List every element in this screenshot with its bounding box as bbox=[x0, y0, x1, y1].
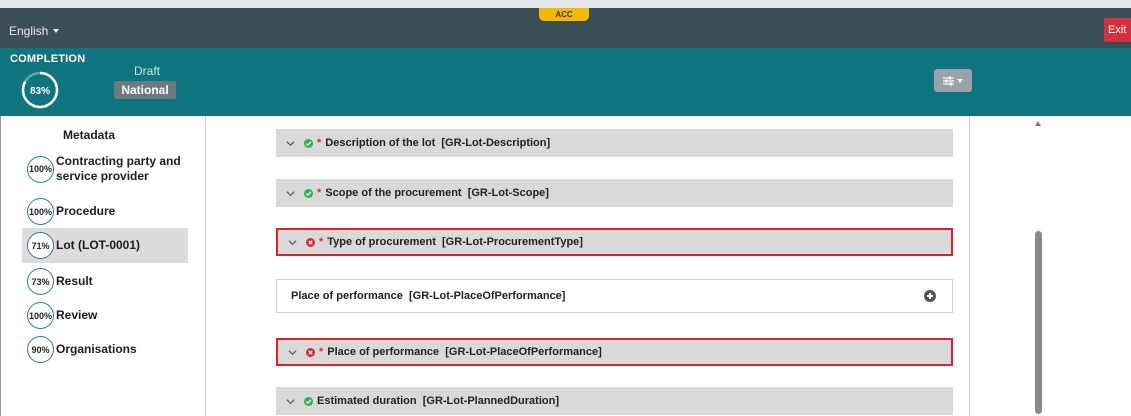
progress-ring: 73% bbox=[27, 268, 54, 295]
chevron-down-icon bbox=[53, 29, 60, 33]
progress-ring: 100% bbox=[27, 302, 54, 329]
language-label: English bbox=[9, 24, 49, 38]
progress-ring: 100% bbox=[27, 155, 54, 183]
chevron-down-icon bbox=[286, 398, 295, 404]
sidebar-item-label: Result bbox=[56, 274, 93, 288]
sidebar-item-lot[interactable]: 71% Lot (LOT-0001) bbox=[27, 232, 140, 259]
sidebar-item-metadata[interactable]: Metadata bbox=[61, 128, 115, 143]
exit-button[interactable]: Exit bbox=[1104, 18, 1131, 42]
progress-ring: 100% bbox=[27, 198, 54, 225]
sliders-icon bbox=[943, 76, 954, 85]
top-bar: English ACC Exit bbox=[0, 0, 1131, 48]
sidebar-item-organisations[interactable]: 90% Organisations bbox=[27, 336, 137, 363]
panel-type-of-procurement[interactable]: * Type of procurement [GR-Lot-Procuremen… bbox=[276, 228, 953, 256]
panel-title: Description of the lot [GR-Lot-Descripti… bbox=[325, 137, 551, 149]
chevron-down-icon bbox=[286, 190, 295, 196]
required-marker: * bbox=[317, 137, 322, 149]
panel-description-of-lot[interactable]: * Description of the lot [GR-Lot-Descrip… bbox=[276, 129, 953, 157]
language-selector[interactable]: English bbox=[9, 24, 60, 38]
sidebar-item-label: Procedure bbox=[56, 204, 116, 218]
completion-header: COMPLETION 83% Draft National bbox=[0, 48, 1131, 116]
notice-status: Draft bbox=[134, 64, 161, 78]
panel-place-of-performance[interactable]: * Place of performance [GR-Lot-PlaceOfPe… bbox=[276, 338, 953, 366]
top-edge bbox=[0, 0, 1131, 8]
form-content: * Description of the lot [GR-Lot-Descrip… bbox=[205, 116, 970, 416]
sidebar-item-result[interactable]: 73% Result bbox=[27, 268, 93, 295]
panel-estimated-duration[interactable]: Estimated duration [GR-Lot-PlannedDurati… bbox=[276, 387, 953, 415]
check-circle-icon bbox=[304, 138, 313, 148]
scroll-up-arrow-icon[interactable] bbox=[1035, 121, 1041, 126]
add-circle-icon[interactable] bbox=[924, 290, 936, 302]
required-marker: * bbox=[319, 346, 324, 358]
scope-badge: National bbox=[114, 81, 176, 99]
place-of-performance-row: Place of performance [GR-Lot-PlaceOfPerf… bbox=[276, 279, 953, 313]
panel-scope-of-procurement[interactable]: * Scope of the procurement [GR-Lot-Scope… bbox=[276, 179, 953, 207]
required-marker: * bbox=[319, 236, 324, 248]
check-circle-icon bbox=[304, 396, 313, 406]
sidebar-item-procedure[interactable]: 100% Procedure bbox=[27, 198, 115, 225]
panel-title: Place of performance [GR-Lot-PlaceOfPerf… bbox=[327, 346, 602, 358]
required-marker: * bbox=[317, 187, 322, 199]
sidebar-item-label: Organisations bbox=[56, 342, 137, 356]
scrollbar-thumb[interactable] bbox=[1035, 231, 1042, 414]
panel-title: Estimated duration [GR-Lot-PlannedDurati… bbox=[317, 395, 559, 407]
sidebar-item-contracting-party[interactable]: 100% Contracting party and service provi… bbox=[27, 154, 186, 184]
section-sidebar: Metadata 100% Contracting party and serv… bbox=[0, 116, 205, 416]
chevron-down-icon bbox=[957, 78, 963, 83]
sidebar-item-review[interactable]: 100% Review bbox=[27, 302, 97, 329]
panel-title: Scope of the procurement [GR-Lot-Scope] bbox=[325, 187, 549, 199]
chevron-down-icon bbox=[288, 239, 297, 245]
panel-title: Type of procurement [GR-Lot-ProcurementT… bbox=[327, 236, 583, 248]
row-title: Place of performance [GR-Lot-PlaceOfPerf… bbox=[291, 290, 566, 302]
progress-ring: 71% bbox=[27, 232, 54, 259]
sidebar-item-label: Lot (LOT-0001) bbox=[56, 238, 141, 252]
completion-progress-ring: 83% bbox=[21, 71, 59, 109]
completion-label: COMPLETION bbox=[10, 53, 86, 65]
chevron-down-icon bbox=[286, 140, 295, 146]
sidebar-item-label: Review bbox=[56, 308, 98, 322]
content-scrollbar[interactable] bbox=[1032, 116, 1045, 416]
sidebar-item-label: Metadata bbox=[63, 128, 116, 142]
error-circle-icon bbox=[306, 347, 315, 357]
completion-percent: 83% bbox=[30, 86, 50, 97]
sidebar-item-label: Contracting party and service provider bbox=[56, 154, 181, 183]
progress-ring: 90% bbox=[27, 336, 54, 363]
check-circle-icon bbox=[304, 188, 313, 198]
chevron-down-icon bbox=[288, 349, 297, 355]
environment-badge: ACC bbox=[539, 8, 589, 21]
filter-settings-button[interactable] bbox=[934, 69, 972, 92]
error-circle-icon bbox=[306, 237, 315, 247]
